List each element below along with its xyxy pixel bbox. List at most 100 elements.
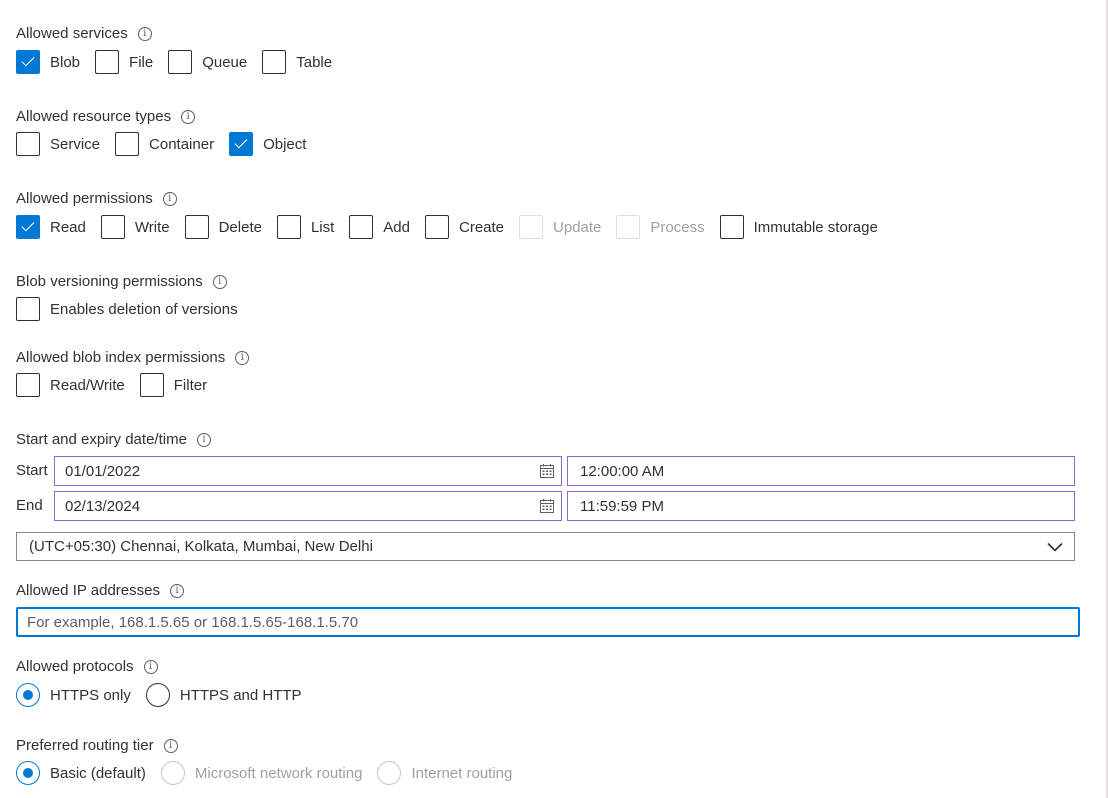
- start-label: Start: [16, 462, 48, 479]
- checkbox-add[interactable]: Add: [349, 215, 410, 239]
- checkbox-service[interactable]: Service: [16, 132, 100, 156]
- checkbox-box[interactable]: [16, 132, 40, 156]
- start-time-value: 12:00:00 AM: [580, 462, 665, 480]
- radio-label: Microsoft network routing: [194, 764, 363, 782]
- radio-microsoft-network-routing[interactable]: Microsoft network routing: [160, 761, 363, 785]
- info-icon[interactable]: i: [137, 27, 152, 41]
- end-date-input[interactable]: 02/13/2024: [54, 491, 562, 521]
- info-icon[interactable]: i: [143, 660, 158, 674]
- info-icon[interactable]: i: [162, 192, 177, 206]
- checkbox-label: Filter: [173, 376, 208, 394]
- radio-label: Internet routing: [411, 764, 513, 782]
- checkbox-box[interactable]: [276, 215, 301, 239]
- blob-index-label: Allowed blob index permissions i: [16, 348, 250, 368]
- checkbox-box[interactable]: [115, 132, 140, 156]
- checkbox-box[interactable]: [519, 215, 544, 239]
- checkbox-box[interactable]: [425, 215, 449, 239]
- radio-label: HTTPS and HTTP: [179, 686, 302, 704]
- checkbox-label: Process: [650, 218, 705, 236]
- end-label: End: [16, 497, 43, 514]
- checkbox-label: Write: [134, 218, 170, 236]
- timezone-dropdown[interactable]: (UTC+05:30) Chennai, Kolkata, Mumbai, Ne…: [16, 532, 1075, 561]
- checkbox-box[interactable]: [139, 373, 164, 397]
- checkbox-process[interactable]: Process: [616, 215, 705, 239]
- checkbox-label: Enables deletion of versions: [50, 300, 238, 318]
- checkbox-label: Read: [50, 218, 86, 236]
- checkbox-label: Table: [296, 53, 333, 71]
- radio-circle[interactable]: [160, 761, 185, 785]
- checkbox-box[interactable]: [95, 50, 120, 74]
- calendar-icon[interactable]: [539, 498, 555, 514]
- checkbox-file[interactable]: File: [95, 50, 153, 74]
- checkbox-immutable-storage[interactable]: Immutable storage: [719, 215, 878, 239]
- end-time-value: 11:59:59 PM: [580, 497, 664, 515]
- end-time-input[interactable]: 11:59:59 PM: [567, 491, 1075, 521]
- allowed-services-label: Allowed services i: [16, 24, 152, 44]
- radio-label: HTTPS only: [50, 686, 131, 704]
- checkbox-list[interactable]: List: [276, 215, 335, 239]
- info-icon[interactable]: i: [235, 351, 250, 365]
- info-icon[interactable]: i: [196, 433, 211, 447]
- radio-label: Basic (default): [50, 764, 146, 782]
- checkbox-box[interactable]: [229, 132, 254, 156]
- checkbox-enables-deletion-of-versions[interactable]: Enables deletion of versions: [16, 297, 238, 321]
- checkbox-box[interactable]: [16, 50, 40, 74]
- checkbox-label: Container: [149, 135, 215, 153]
- checkbox-queue[interactable]: Queue: [168, 50, 247, 74]
- checkbox-create[interactable]: Create: [425, 215, 504, 239]
- info-icon[interactable]: i: [163, 739, 178, 753]
- radio-internet-routing[interactable]: Internet routing: [377, 761, 512, 785]
- checkbox-write[interactable]: Write: [100, 215, 170, 239]
- allowed-permissions-group: Read Write Delete List Add Create Update…: [16, 215, 893, 239]
- checkbox-object[interactable]: Object: [229, 132, 306, 156]
- start-date-value: 01/01/2022: [65, 462, 141, 480]
- radio-https-and-http[interactable]: HTTPS and HTTP: [145, 683, 302, 707]
- radio-https-only[interactable]: HTTPS only: [16, 683, 131, 707]
- timezone-value: (UTC+05:30) Chennai, Kolkata, Mumbai, Ne…: [29, 538, 373, 555]
- radio-circle[interactable]: [377, 761, 402, 785]
- checkbox-box[interactable]: [349, 215, 374, 239]
- checkbox-box[interactable]: [616, 215, 641, 239]
- checkbox-update[interactable]: Update: [519, 215, 601, 239]
- allowed-ip-input[interactable]: [16, 607, 1080, 637]
- blob-versioning-group: Enables deletion of versions: [16, 297, 253, 321]
- checkbox-container[interactable]: Container: [115, 132, 214, 156]
- radio-basic-default[interactable]: Basic (default): [16, 761, 146, 785]
- checkbox-box[interactable]: [16, 297, 40, 321]
- info-icon[interactable]: i: [169, 584, 184, 598]
- checkbox-box[interactable]: [262, 50, 287, 74]
- allowed-protocols-label: Allowed protocols i: [16, 657, 158, 677]
- blob-index-group: Read/Write Filter: [16, 373, 222, 397]
- checkbox-box[interactable]: [168, 50, 193, 74]
- chevron-down-icon[interactable]: [1046, 538, 1064, 556]
- start-date-input[interactable]: 01/01/2022: [54, 456, 562, 486]
- radio-circle[interactable]: [145, 683, 170, 707]
- allowed-ip-label: Allowed IP addresses i: [16, 581, 184, 601]
- checkbox-label: List: [310, 218, 335, 236]
- checkbox-label: Add: [383, 218, 410, 236]
- allowed-protocols-group: HTTPS only HTTPS and HTTP: [16, 683, 317, 707]
- checkbox-box[interactable]: [184, 215, 209, 239]
- routing-tier-label: Preferred routing tier i: [16, 736, 178, 756]
- checkbox-box[interactable]: [16, 215, 40, 239]
- radio-circle[interactable]: [16, 761, 40, 785]
- checkbox-table[interactable]: Table: [262, 50, 332, 74]
- start-time-input[interactable]: 12:00:00 AM: [567, 456, 1075, 486]
- allowed-resource-types-label: Allowed resource types i: [16, 107, 196, 127]
- checkbox-delete[interactable]: Delete: [184, 215, 262, 239]
- end-date-value: 02/13/2024: [65, 497, 141, 515]
- checkbox-box[interactable]: [719, 215, 744, 239]
- blob-versioning-label: Blob versioning permissions i: [16, 272, 227, 292]
- info-icon[interactable]: i: [212, 275, 227, 289]
- checkbox-read-write[interactable]: Read/Write: [16, 373, 125, 397]
- allowed-permissions-label: Allowed permissions i: [16, 189, 177, 209]
- checkbox-read[interactable]: Read: [16, 215, 86, 239]
- checkbox-blob[interactable]: Blob: [16, 50, 80, 74]
- checkbox-label: Create: [459, 218, 505, 236]
- checkbox-box[interactable]: [100, 215, 125, 239]
- radio-circle[interactable]: [16, 683, 40, 707]
- calendar-icon[interactable]: [539, 463, 555, 479]
- checkbox-filter[interactable]: Filter: [139, 373, 208, 397]
- info-icon[interactable]: i: [181, 110, 196, 124]
- checkbox-box[interactable]: [16, 373, 40, 397]
